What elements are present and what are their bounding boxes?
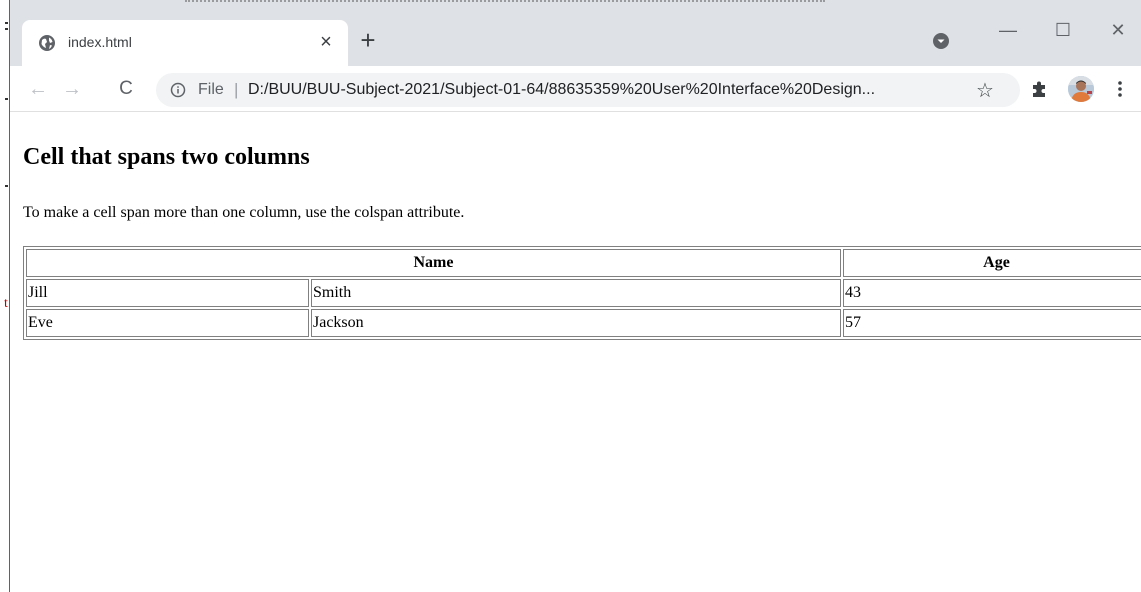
minimize-button[interactable]: — — [988, 18, 1028, 42]
table-cell: 57 — [843, 309, 1141, 337]
url-scheme-label: File — [198, 81, 224, 98]
background-window-line — [185, 0, 825, 4]
puzzle-piece-icon[interactable] — [1030, 79, 1050, 99]
table-cell: 43 — [843, 279, 1141, 307]
back-button[interactable]: ← — [24, 75, 52, 103]
profile-photo — [1068, 76, 1094, 102]
browser-toolbar: ← → C File | D:/BUU/BUU-Subject-2021/Sub… — [10, 66, 1141, 112]
people-table: Name Age Jill Smith 43 Eve Jackson 57 — [23, 246, 1141, 340]
table-cell: Jill — [26, 279, 309, 307]
table-cell: Smith — [311, 279, 841, 307]
forward-button[interactable]: → — [58, 75, 86, 103]
url-separator: | — [234, 80, 239, 99]
bookmark-star-icon[interactable]: ☆ — [976, 78, 994, 103]
background-window-edge: t — [0, 0, 10, 592]
address-bar[interactable]: File | D:/BUU/BUU-Subject-2021/Subject-0… — [156, 73, 1020, 107]
url-text[interactable]: D:/BUU/BUU-Subject-2021/Subject-01-64/88… — [248, 81, 875, 99]
table-cell: Jackson — [311, 309, 841, 337]
avatar[interactable] — [1068, 76, 1094, 102]
tab-strip: index.html × + — ☐ ✕ — [10, 0, 1141, 66]
browser-window: index.html × + — ☐ ✕ ← → C File | D:/BUU… — [10, 0, 1141, 592]
table-cell: Eve — [26, 309, 309, 337]
edge-tick — [5, 22, 8, 24]
close-window-button[interactable]: ✕ — [1098, 18, 1138, 42]
tab-search-icon[interactable] — [933, 33, 949, 49]
edge-tick — [5, 98, 8, 100]
three-dots-vertical-icon[interactable] — [1110, 77, 1130, 101]
info-icon[interactable] — [170, 82, 186, 98]
table-header-row: Name Age — [26, 249, 1141, 277]
table-row: Eve Jackson 57 — [26, 309, 1141, 337]
tab-close-button[interactable]: × — [314, 30, 338, 54]
globe-icon — [39, 35, 55, 51]
reload-button[interactable]: C — [112, 75, 140, 103]
background-window-mark: t — [4, 296, 8, 311]
page-description: To make a cell span more than one column… — [23, 204, 465, 221]
page-title: Cell that spans two columns — [23, 144, 310, 170]
maximize-button[interactable]: ☐ — [1043, 18, 1083, 42]
table-header-age: Age — [843, 249, 1141, 277]
edge-tick — [5, 28, 8, 30]
table-header-name: Name — [26, 249, 841, 277]
new-tab-button[interactable]: + — [355, 27, 381, 54]
tab-title: index.html — [68, 34, 132, 50]
tab-index-html[interactable]: index.html × — [22, 20, 348, 66]
table-row: Jill Smith 43 — [26, 279, 1141, 307]
page-content: Cell that spans two columns To make a ce… — [10, 113, 1141, 592]
edge-tick — [5, 185, 8, 187]
